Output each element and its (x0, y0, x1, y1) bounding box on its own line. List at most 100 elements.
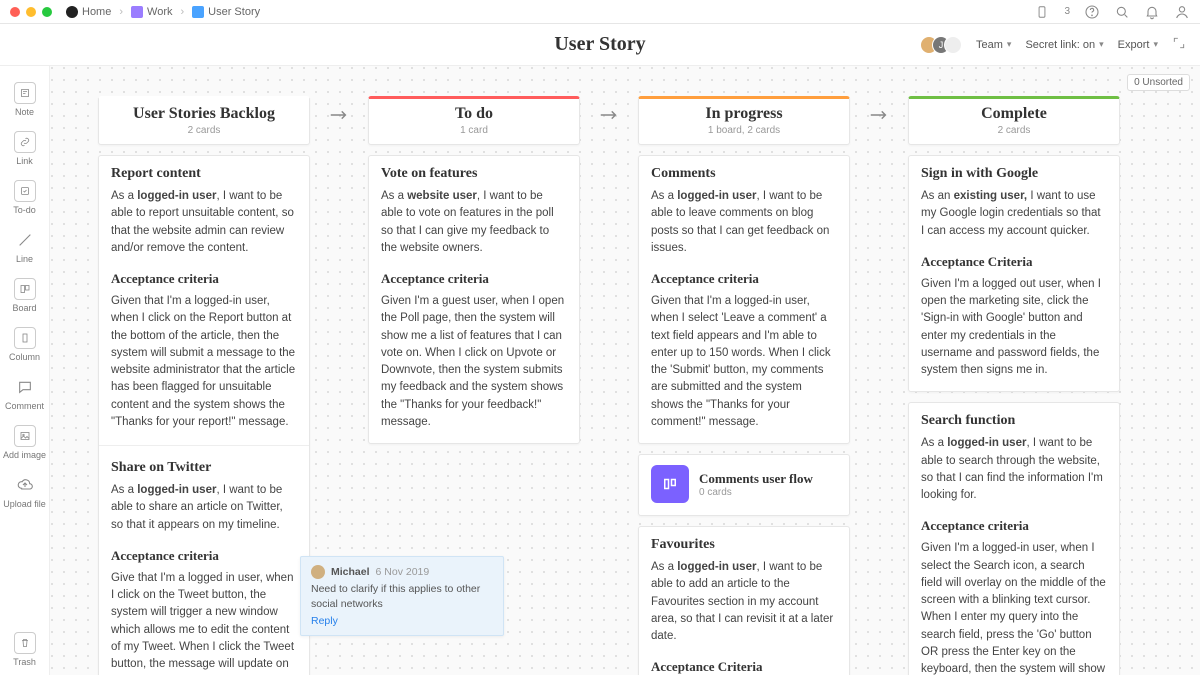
comment-author: Michael (331, 566, 370, 578)
team-menu[interactable]: Team▾ (976, 39, 1011, 51)
reply-link[interactable]: Reply (311, 615, 493, 627)
minimize-window-icon[interactable] (26, 7, 36, 17)
card-body: Give that I'm a logged in user, when I c… (111, 570, 297, 675)
card-body: As a logged-in user, I want to be able t… (111, 188, 297, 257)
search-icon[interactable] (1114, 4, 1130, 20)
column-subtitle: 2 cards (109, 125, 299, 136)
fullscreen-icon[interactable] (1172, 36, 1186, 53)
card-body: Given I'm a guest user, when I open the … (381, 293, 567, 431)
tool-label: Note (15, 107, 34, 117)
card-favourites[interactable]: Favourites As a logged-in user, I want t… (638, 526, 850, 675)
tool-label: Board (12, 303, 36, 313)
upload-icon (14, 474, 36, 496)
comment-date: 6 Nov 2019 (376, 566, 430, 578)
image-icon (14, 425, 36, 447)
column-subtitle: 1 board, 2 cards (649, 125, 839, 136)
card-subtitle: 0 cards (699, 487, 813, 498)
column-header[interactable]: In progress 1 board, 2 cards (638, 96, 850, 145)
card-comments[interactable]: Comments As a logged-in user, I want to … (638, 155, 850, 444)
tool-label: Link (16, 156, 33, 166)
help-icon[interactable] (1084, 4, 1100, 20)
column-in-progress: In progress 1 board, 2 cards Comments As… (638, 96, 850, 675)
breadcrumb-label: Work (147, 6, 172, 18)
board-icon (14, 278, 36, 300)
card-title: Sign in with Google (921, 166, 1107, 182)
tool-label: Upload file (3, 499, 46, 509)
secret-link-label: Secret link: on (1025, 39, 1095, 51)
board-canvas[interactable]: 0 Unsorted User Stories Backlog 2 cards … (50, 66, 1200, 675)
acceptance-heading: Acceptance criteria (111, 548, 297, 564)
card-title: Comments user flow (699, 471, 813, 487)
board-icon (651, 465, 689, 503)
folder-icon (131, 6, 143, 18)
breadcrumb-work[interactable]: Work (131, 6, 172, 18)
column-title: User Stories Backlog (109, 105, 299, 123)
acceptance-heading: Acceptance criteria (381, 271, 567, 287)
column-subtitle: 1 card (379, 125, 569, 136)
tool-todo[interactable]: To-do (0, 174, 49, 221)
card-title: Search function (921, 413, 1107, 429)
card-title: Share on Twitter (111, 460, 297, 476)
card-body: As a website user, I want to be able to … (381, 188, 567, 257)
page-header: User Story J Team▾ Secret link: on▾ Expo… (0, 24, 1200, 66)
tool-label: Trash (13, 657, 36, 667)
tool-trash[interactable]: Trash (0, 626, 49, 675)
card-search-function[interactable]: Search function As a logged-in user, I w… (908, 402, 1120, 675)
card-google-signin[interactable]: Sign in with Google As an existing user,… (908, 155, 1120, 392)
card-title: Report content (111, 166, 297, 182)
acceptance-heading: Acceptance Criteria (651, 659, 837, 675)
profile-icon[interactable] (1174, 4, 1190, 20)
tool-line[interactable]: Line (0, 223, 49, 270)
tool-label: To-do (13, 205, 36, 215)
flow-arrow (324, 96, 354, 134)
secret-link-menu[interactable]: Secret link: on▾ (1025, 39, 1103, 51)
card-body: As a logged-in user, I want to be able t… (651, 559, 837, 645)
flow-arrow (594, 96, 624, 134)
line-icon (14, 229, 36, 251)
home-icon (66, 6, 78, 18)
comment-popover[interactable]: Michael 6 Nov 2019 Need to clarify if th… (300, 556, 504, 636)
tool-add-image[interactable]: Add image (0, 419, 49, 466)
export-label: Export (1118, 39, 1150, 51)
maximize-window-icon[interactable] (42, 7, 52, 17)
device-icon[interactable] (1034, 4, 1050, 20)
notifications-icon[interactable] (1144, 4, 1160, 20)
card-title: Comments (651, 166, 837, 182)
tool-link[interactable]: Link (0, 125, 49, 172)
tool-label: Comment (5, 401, 44, 411)
column-complete: Complete 2 cards Sign in with Google As … (908, 96, 1120, 675)
card-body: Given that I'm a logged-in user, when I … (651, 293, 837, 431)
collaborator-avatars[interactable]: J (926, 36, 962, 54)
tool-upload[interactable]: Upload file (0, 468, 49, 515)
card-comments-user-flow[interactable]: Comments user flow 0 cards (638, 454, 850, 516)
note-icon (14, 82, 36, 104)
column-header[interactable]: Complete 2 cards (908, 96, 1120, 145)
tool-label: Line (16, 254, 33, 264)
comment-icon (14, 376, 36, 398)
device-count: 3 (1064, 6, 1070, 17)
tool-board[interactable]: Board (0, 272, 49, 319)
tool-rail: Note Link To-do Line Board Column Commen… (0, 66, 50, 675)
card-title: Favourites (651, 537, 837, 553)
card-body: As a logged-in user, I want to be able t… (111, 482, 297, 534)
card-body: As a logged-in user, I want to be able t… (651, 188, 837, 257)
breadcrumb-story[interactable]: User Story (192, 6, 260, 18)
column-header[interactable]: User Stories Backlog 2 cards (98, 96, 310, 145)
close-window-icon[interactable] (10, 7, 20, 17)
column-header[interactable]: To do 1 card (368, 96, 580, 145)
tool-column[interactable]: Column (0, 321, 49, 368)
acceptance-heading: Acceptance criteria (651, 271, 837, 287)
card-report-content[interactable]: Report content As a logged-in user, I wa… (98, 155, 310, 675)
tool-note[interactable]: Note (0, 76, 49, 123)
breadcrumb-home[interactable]: Home (66, 6, 111, 18)
column-title: To do (379, 105, 569, 123)
window-controls[interactable] (10, 7, 52, 17)
unsorted-badge[interactable]: 0 Unsorted (1127, 74, 1190, 91)
avatar[interactable] (944, 36, 962, 54)
card-vote-features[interactable]: Vote on features As a website user, I wa… (368, 155, 580, 444)
breadcrumb-sep: › (117, 6, 125, 18)
card-body: Given that I'm a logged-in user, when I … (111, 293, 297, 431)
export-menu[interactable]: Export▾ (1118, 39, 1158, 51)
board-icon (192, 6, 204, 18)
tool-comment[interactable]: Comment (0, 370, 49, 417)
